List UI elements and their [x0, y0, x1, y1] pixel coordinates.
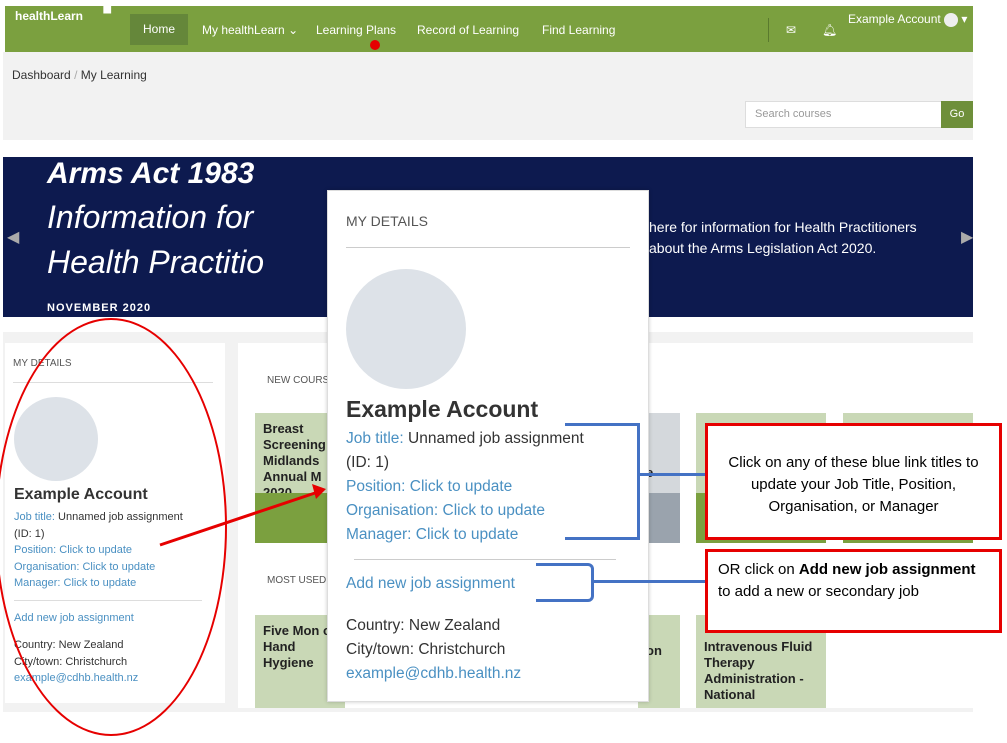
bracket-line: [594, 580, 706, 583]
annotation-box-add-job: OR click on Add new job assignment to ad…: [705, 549, 1002, 633]
bracket: [536, 563, 594, 602]
bracket: [565, 423, 640, 540]
annotation-box-update-links: Click on any of these blue link titles t…: [705, 423, 1002, 540]
bracket-line: [640, 473, 708, 476]
